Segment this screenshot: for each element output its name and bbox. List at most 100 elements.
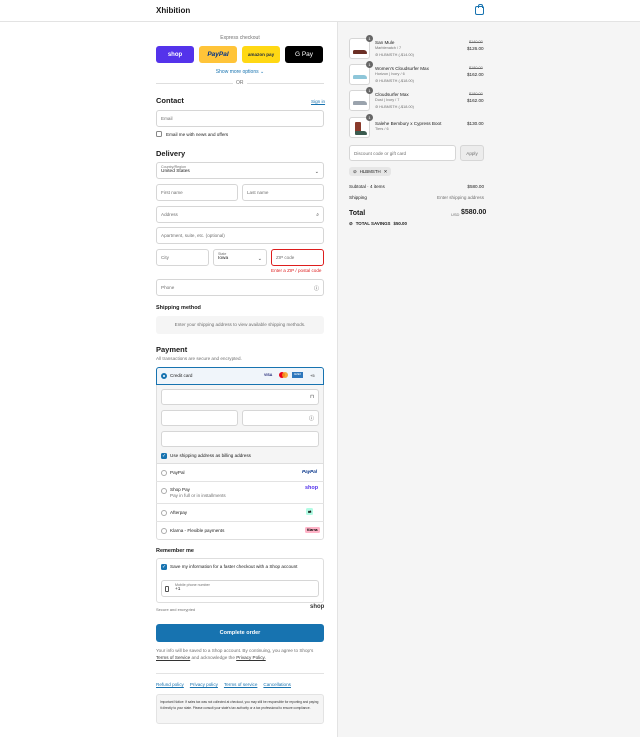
item-variant: Tiers / 6	[375, 127, 389, 131]
search-icon: ⌕	[316, 212, 319, 218]
klarna-label: Klarna - Flexible payments	[170, 528, 225, 533]
privacy-policy-link[interactable]: Privacy policy	[190, 682, 218, 687]
complete-order-button[interactable]: Complete order	[156, 624, 324, 642]
item-discount-code: HLBMSTH (-$18.00)	[379, 79, 414, 83]
shop-pay-radio[interactable]	[161, 488, 167, 494]
shipping-method-message: Enter your shipping address to view avai…	[174, 322, 306, 327]
item-discount-code: HLBMSTH (-$18.00)	[379, 105, 414, 109]
zip-placeholder: ZIP code	[276, 255, 295, 260]
tag-icon: ⊘	[353, 168, 357, 174]
credit-card-radio[interactable]	[161, 373, 167, 379]
first-name-field[interactable]: First name	[156, 184, 238, 201]
expiration-field[interactable]	[161, 410, 238, 426]
divider	[156, 503, 324, 504]
subtotal-row: Subtotal · 4 items $580.00	[349, 184, 484, 189]
close-icon[interactable]: ✕	[384, 169, 388, 175]
currency-label: USD	[451, 212, 460, 217]
shipping-method-heading: Shipping method	[156, 305, 201, 311]
billing-same-checkbox[interactable]: ✓	[161, 453, 167, 459]
name-on-card-field[interactable]	[161, 431, 319, 447]
privacy-policy-link[interactable]: Privacy Policy.	[236, 655, 266, 660]
tax-notice-text: Important Notice: If sales tax was not c…	[160, 700, 319, 710]
shop-pay-button[interactable]: shop	[156, 46, 194, 63]
state-select[interactable]: State Iowa ⌄	[213, 249, 267, 266]
total-savings: ⊘ TOTAL SAVINGS $50.00	[349, 221, 407, 227]
save-info-label: Save my information for a faster checkou…	[170, 564, 298, 569]
klarna-logo: Klarna	[305, 527, 320, 533]
apply-button[interactable]: Apply	[460, 145, 484, 161]
subtotal-label: Subtotal · 4 items	[349, 184, 385, 189]
apartment-field[interactable]: Apartment, suite, etc. (optional)	[156, 227, 324, 244]
terms-text-2: and acknowledge the	[191, 655, 235, 660]
express-checkout-title: Express checkout	[220, 35, 260, 41]
klarna-radio[interactable]	[161, 528, 167, 534]
address-field[interactable]: Address ⌕	[156, 206, 324, 223]
payment-heading: Payment	[156, 345, 188, 354]
city-placeholder: City	[161, 255, 169, 260]
phone-field[interactable]: Phone ⓘ	[156, 279, 324, 296]
email-placeholder: Email	[161, 116, 173, 121]
city-field[interactable]: City	[156, 249, 209, 266]
help-icon[interactable]: ⓘ	[314, 285, 319, 292]
first-name-placeholder: First name	[161, 190, 183, 195]
news-checkbox[interactable]	[156, 131, 162, 137]
show-more-options-link[interactable]: Show more options ⌄	[156, 69, 324, 75]
apartment-placeholder: Apartment, suite, etc. (optional)	[161, 233, 225, 238]
shop-logo: shop	[305, 485, 319, 491]
paypal-logo: PayPal	[302, 469, 318, 474]
mobile-phone-field[interactable]: Mobile phone number +1	[161, 580, 319, 597]
news-label: Email me with news and offers	[166, 132, 229, 137]
bag-icon[interactable]	[475, 4, 484, 15]
subtotal-value: $580.00	[467, 184, 484, 189]
country-select[interactable]: Country/Region United States ⌄	[156, 162, 324, 179]
refund-policy-link[interactable]: Refund policy	[156, 682, 184, 687]
item-discount: ⊘ HLBMSTH (-$14.00)	[375, 52, 414, 57]
quantity-badge: 1	[366, 35, 373, 42]
afterpay-radio[interactable]	[161, 510, 167, 516]
card-number-field[interactable]: ⊓	[161, 389, 319, 405]
last-name-field[interactable]: Last name	[242, 184, 324, 201]
divider	[156, 521, 324, 522]
sign-in-link[interactable]: Sign in	[311, 99, 325, 104]
payment-subtitle: All transactions are secure and encrypte…	[156, 356, 242, 361]
total-label: Total	[349, 210, 366, 217]
amazon-pay-button[interactable]: amazon pay	[242, 46, 280, 63]
discount-code-field[interactable]: Discount code or gift card	[349, 145, 456, 161]
save-info-checkbox[interactable]: ✓	[161, 564, 167, 570]
terms-text: Your info will be saved to a Shop accoun…	[156, 647, 324, 661]
chevron-down-icon: ⌄	[314, 169, 319, 175]
item-discount: ⊘ HLBMSTH (-$18.00)	[375, 104, 414, 109]
item-price: $126.00	[467, 46, 484, 51]
item-old-price: $180.00	[469, 66, 483, 70]
afterpay-label: Afterpay	[170, 510, 188, 515]
more-cards-label: +5	[310, 373, 315, 378]
quantity-badge: 1	[366, 87, 373, 94]
paypal-radio[interactable]	[161, 470, 167, 476]
shipping-value: Enter shipping address	[437, 195, 484, 200]
discount-code: HLBMSTH	[359, 169, 381, 174]
cancellations-link[interactable]: Cancellations	[263, 682, 291, 687]
item-name: Salehe Bembury x Cypress Boot	[375, 121, 442, 126]
paypal-button[interactable]: PayPal	[199, 46, 237, 63]
email-field[interactable]: Email	[156, 110, 324, 127]
discount-placeholder: Discount code or gift card	[354, 150, 407, 156]
terms-of-service-link[interactable]: Terms of service	[224, 682, 257, 687]
item-price: $162.00	[467, 72, 484, 77]
item-name: Women's Cloudsurfer Max	[375, 66, 429, 71]
billing-same-label: Use shipping address as billing address	[170, 453, 251, 458]
security-code-field[interactable]: ⓘ	[242, 410, 319, 426]
google-pay-button[interactable]: G Pay	[285, 46, 323, 63]
mastercard-icon	[279, 372, 288, 378]
item-price: $130.00	[467, 121, 484, 126]
top-header: Xhibition	[0, 0, 640, 22]
terms-of-service-link[interactable]: Terms of Service	[156, 655, 190, 660]
credit-card-label: Credit card	[170, 373, 193, 378]
discount-pill: ⊘ HLBMSTH ✕	[349, 167, 392, 176]
delivery-heading: Delivery	[156, 149, 186, 158]
help-icon[interactable]: ⓘ	[309, 415, 314, 422]
phone-icon	[165, 586, 169, 592]
zip-field[interactable]: ZIP code	[271, 249, 324, 266]
item-name: Cloudsurfer Max	[375, 92, 409, 97]
store-brand[interactable]: Xhibition	[156, 6, 190, 15]
item-variant: Horizon | Ivory / 6	[375, 72, 405, 76]
